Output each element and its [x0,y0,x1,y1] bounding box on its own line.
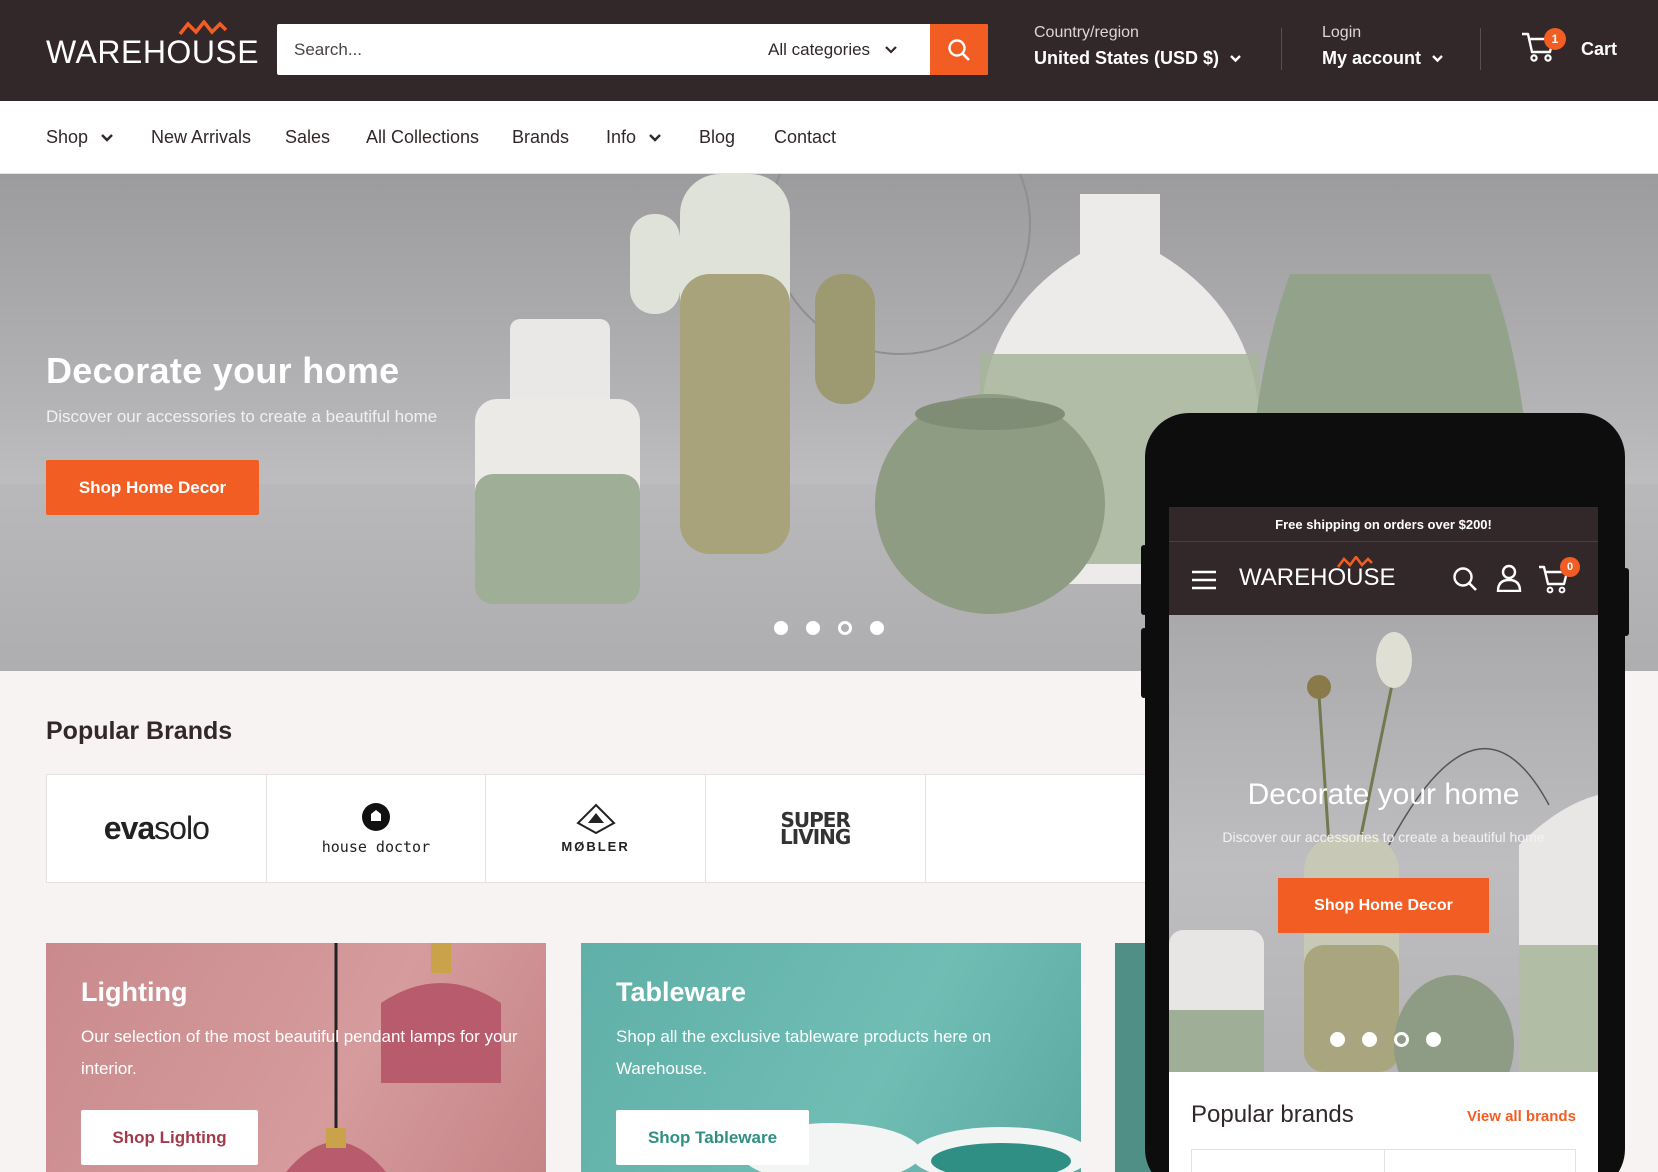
slide-dot[interactable] [774,621,788,635]
lighting-description: Our selection of the most beautiful pend… [81,1027,518,1078]
mobile-hero-title: Decorate your home [1247,778,1520,811]
nav-item-sales[interactable]: Sales [285,127,330,148]
brand-super-living[interactable]: SUPER LIVING [706,775,926,882]
mobile-slide-dots [1330,1032,1441,1047]
mobile-announcement-bar: Free shipping on orders over $200! [1169,507,1598,541]
brand-partial[interactable] [926,775,1145,882]
hamburger-menu-icon[interactable] [1191,570,1217,590]
slide-dot[interactable] [1426,1032,1441,1047]
popular-brands-title: Popular Brands [46,717,233,745]
account-menu[interactable]: Login My account [1322,24,1444,69]
chevron-down-icon [885,46,897,54]
category-select-label: All categories [768,39,871,59]
nav-item-shop[interactable]: Shop [46,127,114,148]
nav-item-label: Blog [699,127,736,147]
house-doctor-logo-icon [361,802,390,831]
tableware-title: Tableware [616,977,747,1007]
brand-name-part: eva [103,810,155,846]
main-nav: Shop New Arrivals Sales All Collections … [0,101,1658,174]
nav-item-label: Contact [774,127,837,147]
shop-tableware-button[interactable]: Shop Tableware [616,1110,809,1165]
chevron-down-icon [649,134,661,142]
account-label: My account [1322,48,1422,68]
mobile-brands-grid [1191,1149,1576,1172]
brand-name-part: solo [154,810,210,846]
shop-lighting-button[interactable]: Shop Lighting [81,1110,258,1165]
tableware-description: Shop all the exclusive tableware product… [616,1027,992,1078]
brand-mobler[interactable]: MØBLER [486,775,706,882]
mobile-cart-badge: 0 [1560,557,1580,577]
slide-dot-active[interactable] [1394,1032,1409,1047]
super-living-logo: SUPER LIVING [780,810,851,849]
account-icon[interactable] [1496,564,1522,592]
nav-item-contact[interactable]: Contact [774,127,836,148]
logo-text: WAREHOUSE [46,34,260,70]
search-icon[interactable] [1452,566,1478,592]
nav-item-label: New Arrivals [151,127,252,147]
nav-item-label: Brands [512,127,570,147]
phone-side-button [1623,568,1629,636]
collection-card-tableware[interactable]: Tableware Shop all the exclusive tablewa… [581,943,1081,1172]
mobile-popular-brands-title: Popular brands [1191,1101,1354,1128]
phone-side-button [1141,545,1147,615]
cart-label[interactable]: Cart [1581,39,1617,60]
header-divider [1281,28,1282,70]
chevron-down-icon [101,134,113,142]
slide-dot[interactable] [806,621,820,635]
mobile-screen: Free shipping on orders over $200! WAREH… [1169,507,1598,1172]
country-label: Country/region [1034,24,1139,41]
hero-slide-dots [774,621,884,635]
mobler-logo-icon [575,803,616,835]
nav-item-label: Info [606,127,637,147]
top-header: WAREHOUSE All categories Country/region … [0,0,1658,101]
brand-eva-solo[interactable]: evasolo [47,775,267,882]
mobile-hero-subtitle: Discover our accessories to create a bea… [1222,829,1545,845]
slide-dot-active[interactable] [838,621,852,635]
mobile-shop-home-decor-button[interactable]: Shop Home Decor [1278,878,1489,933]
mobile-hero: Decorate your home Discover our accessor… [1169,615,1598,1072]
house-doctor-name: house doctor [321,837,431,856]
mobile-header: WAREHOUSE 0 [1169,541,1598,615]
search-button[interactable] [930,24,988,75]
collection-card-lighting[interactable]: Lighting Our selection of the most beaut… [46,943,546,1172]
phone-side-button [1141,628,1147,698]
country-selector[interactable]: Country/region United States (USD $) [1034,24,1242,69]
brand-name-part: LIVING [780,824,851,849]
chevron-down-icon [1432,55,1443,63]
shop-home-decor-button[interactable]: Shop Home Decor [46,460,259,515]
category-select[interactable]: All categories [740,24,930,75]
cart-count-badge: 1 [1544,28,1566,50]
slide-dot[interactable] [870,621,884,635]
nav-item-blog[interactable]: Blog [699,127,735,148]
search-input[interactable] [277,24,737,75]
lighting-title: Lighting [81,977,188,1007]
nav-item-brands[interactable]: Brands [512,127,569,148]
header-divider [1480,28,1481,70]
mobile-logo-text: WAREHOUSE [1239,564,1396,591]
search-icon [948,38,970,61]
nav-item-label: All Collections [366,127,480,147]
hero-title: Decorate your home [46,350,400,391]
nav-item-label: Shop [46,127,89,147]
slide-dot[interactable] [1362,1032,1377,1047]
nav-item-all-collections[interactable]: All Collections [366,127,479,148]
nav-item-new-arrivals[interactable]: New Arrivals [151,127,251,148]
brand-house-doctor[interactable]: house doctor [267,775,487,882]
brands-carousel: evasolo house doctor MØBLER SUPER LIVING [46,774,1146,883]
chevron-down-icon [1230,55,1241,63]
nav-item-info[interactable]: Info [606,127,662,148]
mobler-name: MØBLER [561,839,630,854]
country-value: United States (USD $) [1034,48,1220,68]
eva-solo-logo: evasolo [103,810,210,847]
nav-item-label: Sales [285,127,331,147]
view-all-brands-link[interactable]: View all brands [1467,1108,1576,1125]
login-label: Login [1322,24,1362,41]
slide-dot[interactable] [1330,1032,1345,1047]
hero-subtitle: Discover our accessories to create a bea… [46,407,438,426]
